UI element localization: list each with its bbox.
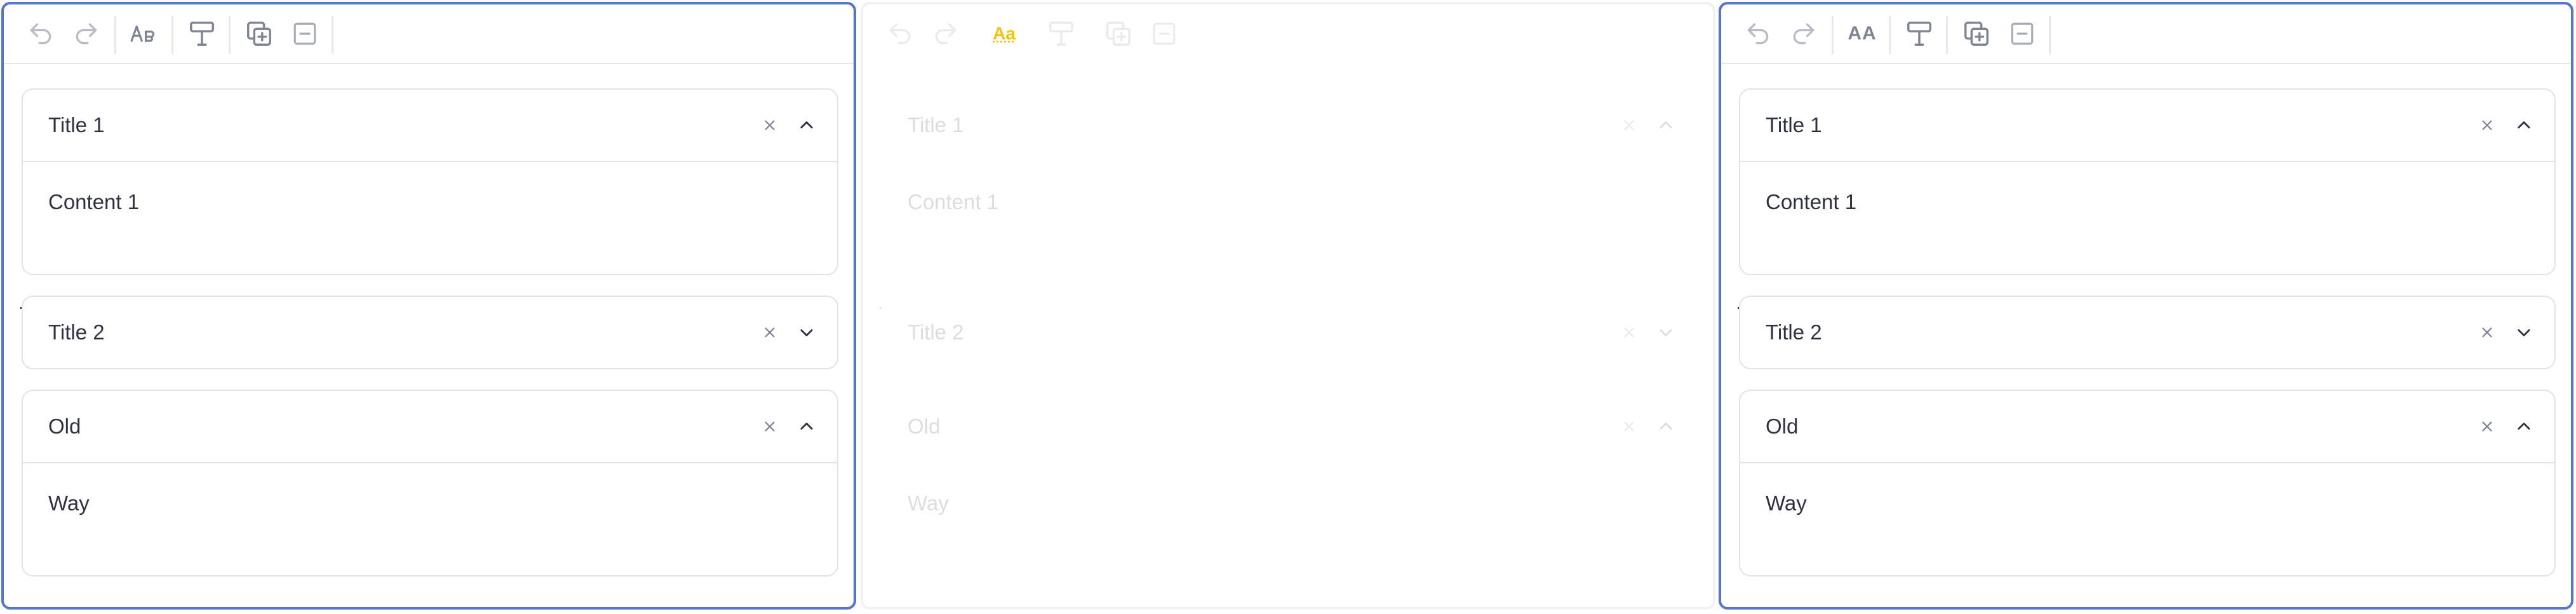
section-body[interactable]: Content 1: [23, 162, 837, 274]
section-body: Way: [882, 463, 1696, 575]
undo-icon[interactable]: [22, 16, 60, 51]
chevron-up-icon[interactable]: [2511, 414, 2537, 439]
section-header: Title 2: [882, 297, 1696, 368]
section-header[interactable]: Title 1: [1740, 90, 2554, 162]
close-icon[interactable]: [758, 321, 781, 344]
accordion-section[interactable]: Title 1 Content 1: [22, 88, 838, 275]
close-icon[interactable]: [758, 114, 781, 137]
text-size-icon[interactable]: [126, 16, 164, 51]
close-icon[interactable]: [2476, 321, 2499, 344]
section-title[interactable]: Old: [1766, 414, 1798, 439]
undo-icon[interactable]: [1739, 16, 1777, 51]
toolbar-separator: [332, 16, 333, 54]
close-icon: [1618, 321, 1640, 344]
close-icon[interactable]: [758, 415, 781, 438]
close-icon: [1618, 114, 1640, 137]
toolbar-separator: [171, 16, 173, 54]
editor-toolbar: [4, 4, 854, 64]
accordion-section[interactable]: Old Way: [1739, 390, 2556, 576]
accordion-section[interactable]: Old Way: [22, 390, 838, 576]
close-icon[interactable]: [2476, 415, 2499, 438]
text-size-label: Aa: [993, 24, 1016, 43]
toolbar-separator: [1946, 16, 1948, 54]
section-title[interactable]: Title 2: [48, 320, 105, 345]
section-header: Old: [882, 391, 1696, 463]
section-header: Title 1: [882, 90, 1696, 162]
accordion-section: Old Way: [881, 390, 1698, 576]
text-size-label: AA: [1848, 23, 1877, 44]
redo-icon[interactable]: [67, 16, 105, 51]
toolbar-separator: [114, 16, 116, 54]
section-content[interactable]: Content 1: [48, 190, 139, 214]
accordion-editor-panel-left[interactable]: Title 1 Content 1 Title 2 Old Way: [1, 2, 856, 610]
section-content[interactable]: Content 1: [1766, 190, 1856, 214]
section-title: Old: [908, 414, 941, 438]
chevron-down-icon[interactable]: [2511, 320, 2537, 345]
accordion-editor-panel-middle: Aa Title 1 Content 1 Title 2 Old Way: [861, 2, 1715, 610]
text-format-icon[interactable]: [1900, 16, 1938, 51]
section-body[interactable]: Way: [1740, 463, 2554, 575]
section-header[interactable]: Old: [1740, 391, 2554, 463]
section-header[interactable]: Title 2: [23, 297, 837, 368]
text-size-icon[interactable]: Aa: [985, 16, 1023, 51]
section-body: Content 1: [882, 162, 1696, 274]
chevron-up-icon[interactable]: [794, 414, 819, 439]
section-content: Content 1: [908, 190, 999, 214]
accordion-section[interactable]: Title 1 Content 1: [1739, 88, 2556, 275]
section-title: Title 2: [908, 320, 964, 344]
section-title[interactable]: Old: [48, 414, 81, 439]
section-header[interactable]: Old: [23, 391, 837, 463]
editor-toolbar: AA: [1721, 4, 2571, 64]
section-title[interactable]: Title 1: [48, 113, 105, 137]
redo-icon[interactable]: [1785, 16, 1823, 51]
section-header[interactable]: Title 2: [1740, 297, 2554, 368]
toolbar-separator: [2049, 16, 2051, 54]
remove-section-icon[interactable]: [2003, 16, 2041, 51]
accordion-section[interactable]: Title 2: [22, 296, 838, 369]
section-content: Way: [908, 491, 949, 515]
editor-toolbar: Aa: [863, 4, 1713, 64]
add-section-icon[interactable]: [1957, 16, 1996, 51]
add-section-icon[interactable]: [240, 16, 278, 51]
text-format-icon[interactable]: [183, 16, 221, 51]
section-title[interactable]: Title 1: [1766, 113, 1822, 137]
accordion-section[interactable]: Title 2: [1739, 296, 2556, 369]
remove-section-icon[interactable]: [286, 16, 324, 51]
chevron-up-icon[interactable]: [2511, 113, 2537, 138]
section-content[interactable]: Way: [1766, 491, 1807, 515]
section-body[interactable]: Content 1: [1740, 162, 2554, 274]
chevron-up-icon[interactable]: [794, 113, 819, 138]
section-title[interactable]: Title 2: [1766, 320, 1822, 345]
chevron-up-icon: [1653, 113, 1679, 138]
accordion-section: Title 2: [881, 296, 1698, 369]
close-icon: [1618, 415, 1640, 438]
close-icon[interactable]: [2476, 114, 2499, 137]
accordion-section: Title 1 Content 1: [881, 88, 1698, 275]
section-body[interactable]: Way: [23, 463, 837, 575]
chevron-down-icon[interactable]: [794, 320, 819, 345]
chevron-down-icon: [1653, 320, 1679, 345]
chevron-up-icon: [1653, 414, 1679, 439]
accordion-editor-panel-right[interactable]: AA Title 1 Content 1 Title 2 Old Way: [1719, 2, 2573, 610]
section-title: Title 1: [908, 113, 964, 137]
text-size-icon[interactable]: AA: [1843, 16, 1881, 51]
toolbar-separator: [1889, 16, 1891, 54]
section-content[interactable]: Way: [48, 491, 90, 515]
toolbar-separator: [1832, 16, 1834, 54]
toolbar-separator: [229, 16, 231, 54]
section-header[interactable]: Title 1: [23, 90, 837, 162]
